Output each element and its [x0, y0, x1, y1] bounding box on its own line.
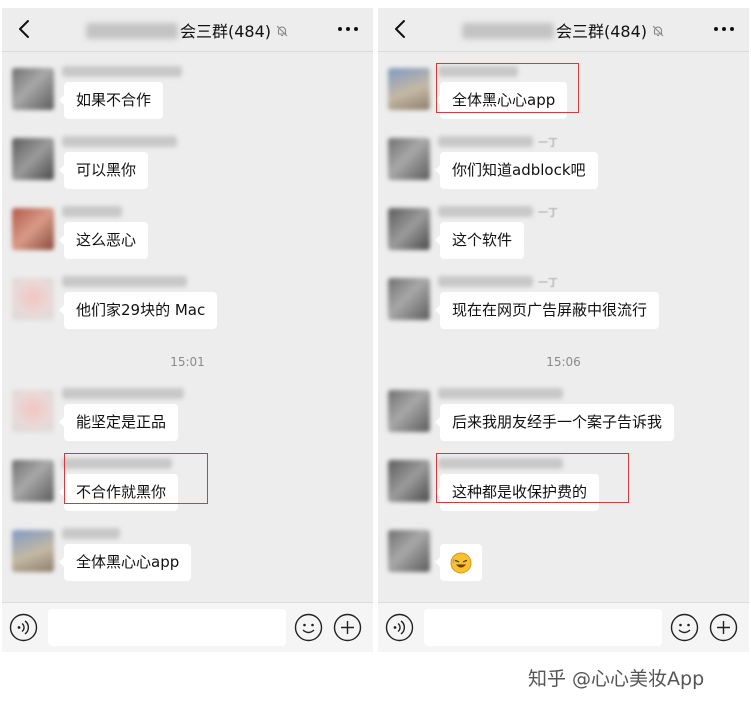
left-chat-screen: 会三群(484) 如果不合作 可以黑你 这么恶心 他们家29块的 Mac 15:… — [2, 8, 373, 652]
right-chat-screen: 会三群(484) 全体黑心心app 一丁 你们知道adblock吧 一丁 这个软… — [378, 8, 749, 652]
highlight-box — [436, 63, 579, 113]
avatar[interactable] — [12, 460, 54, 502]
sticker-bubble[interactable] — [435, 544, 482, 581]
blurred-nickname — [62, 528, 120, 539]
laughing-emoji-icon — [450, 552, 472, 573]
message-bubble[interactable]: 现在在网页广告屏蔽中很流行 — [434, 292, 660, 329]
avatar[interactable] — [388, 278, 430, 320]
chat-title: 会三群(484) — [378, 18, 749, 42]
chat-header: 会三群(484) — [378, 8, 749, 52]
more-dots-icon[interactable] — [337, 25, 359, 33]
blurred-nickname — [438, 388, 563, 399]
voice-icon[interactable] — [9, 613, 38, 642]
blurred-nickname — [438, 276, 533, 287]
avatar[interactable] — [388, 390, 430, 432]
group-title-text: 会三群(484) — [179, 22, 272, 41]
timestamp: 15:06 — [546, 355, 581, 369]
input-bar — [2, 602, 373, 652]
timestamp: 15:01 — [170, 355, 205, 369]
smiley-icon[interactable] — [294, 613, 323, 642]
nickname-tail: 一丁 — [538, 208, 558, 219]
nickname-tail: 一丁 — [538, 138, 558, 149]
avatar[interactable] — [388, 208, 430, 250]
highlight-box — [64, 453, 208, 504]
avatar[interactable] — [12, 530, 54, 572]
bell-off-icon — [276, 25, 288, 37]
blurred-nickname — [62, 136, 177, 147]
nickname-tail: 一丁 — [538, 278, 558, 289]
avatar[interactable] — [12, 390, 54, 432]
avatar[interactable] — [12, 208, 54, 250]
message-bubble[interactable]: 他们家29块的 Mac — [58, 292, 218, 329]
blurred-nickname — [62, 276, 187, 287]
plus-icon[interactable] — [709, 613, 738, 642]
blurred-nickname — [62, 206, 122, 217]
blurred-group-name — [461, 23, 554, 39]
message-bubble[interactable]: 这么恶心 — [58, 222, 149, 259]
blurred-nickname — [62, 66, 182, 77]
chat-title: 会三群(484) — [2, 18, 373, 42]
message-bubble[interactable]: 能坚定是正品 — [58, 404, 179, 441]
avatar[interactable] — [388, 460, 430, 502]
avatar[interactable] — [388, 138, 430, 180]
message-bubble[interactable]: 全体黑心心app — [58, 544, 192, 581]
group-title-text: 会三群(484) — [555, 22, 648, 41]
avatar[interactable] — [388, 68, 430, 110]
avatar[interactable] — [12, 68, 54, 110]
message-bubble[interactable]: 可以黑你 — [58, 152, 149, 189]
message-bubble[interactable]: 你们知道adblock吧 — [435, 152, 598, 189]
blurred-nickname — [62, 388, 184, 399]
input-bar — [378, 602, 749, 652]
voice-icon[interactable] — [385, 613, 414, 642]
message-bubble[interactable]: 这个软件 — [434, 222, 525, 259]
blurred-nickname — [438, 206, 533, 217]
message-input[interactable] — [48, 609, 286, 646]
blurred-nickname — [438, 136, 533, 147]
avatar[interactable] — [388, 530, 430, 572]
watermark: 知乎 @心心美妆App — [528, 668, 705, 690]
bell-off-icon — [652, 25, 664, 37]
plus-icon[interactable] — [333, 613, 362, 642]
smiley-icon[interactable] — [670, 613, 699, 642]
message-bubble[interactable]: 后来我朋友经手一个案子告诉我 — [434, 404, 675, 441]
highlight-box — [436, 453, 629, 503]
avatar[interactable] — [12, 278, 54, 320]
message-bubble[interactable]: 如果不合作 — [58, 82, 164, 119]
blurred-group-name — [85, 23, 178, 39]
message-input[interactable] — [424, 609, 662, 646]
more-dots-icon[interactable] — [713, 25, 735, 33]
chat-header: 会三群(484) — [2, 8, 373, 52]
avatar[interactable] — [12, 138, 54, 180]
